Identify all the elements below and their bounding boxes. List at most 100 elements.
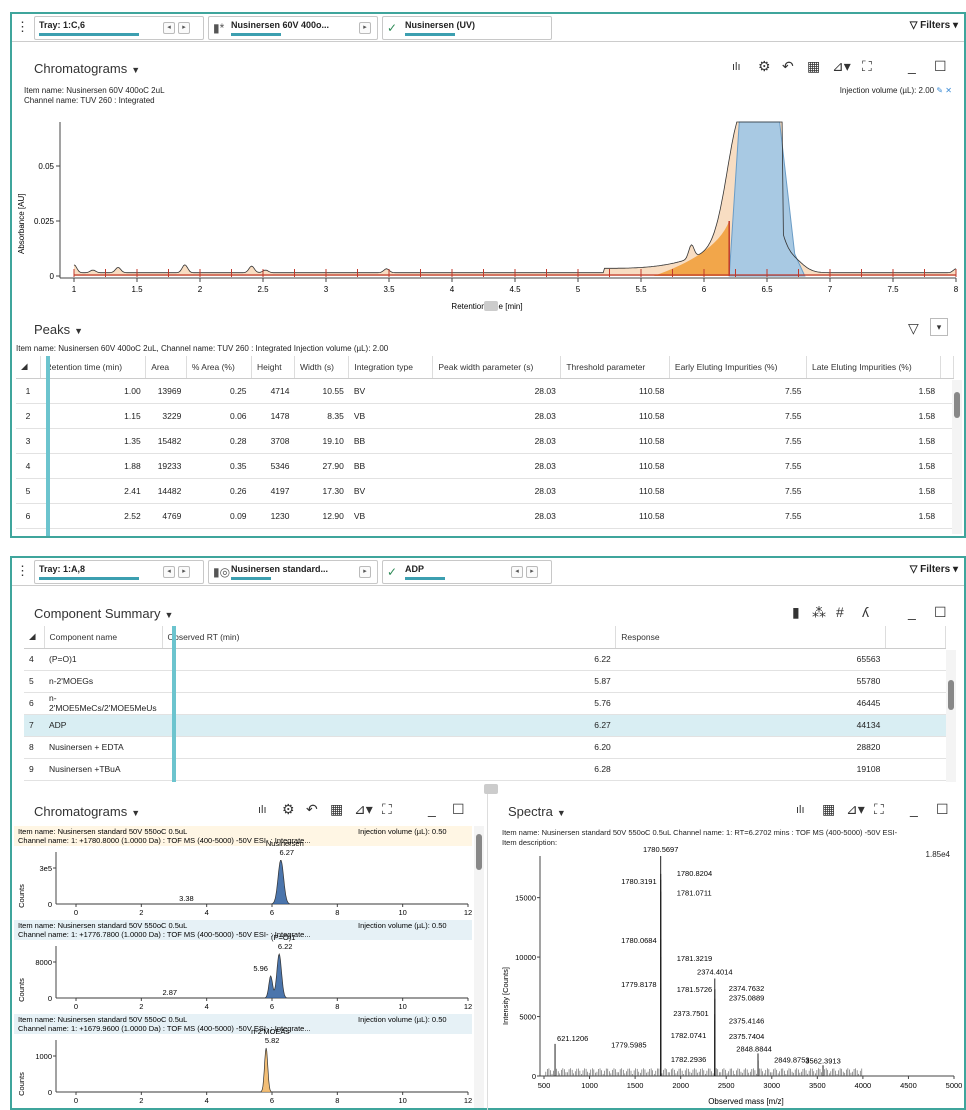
column-header[interactable]: Integration type xyxy=(348,356,434,379)
table-cell: 110.58 xyxy=(560,403,670,429)
table-icon[interactable]: ▦ xyxy=(330,801,343,818)
table-row[interactable]: 6 n-2'MOE5MeCs/2'MOE5MeUs 5.76 46445 xyxy=(24,692,946,715)
tray-selector[interactable]: Tray: 1:A,8 ◂ ▸ xyxy=(34,560,204,584)
maximize-icon[interactable]: ☐ xyxy=(934,58,947,75)
table-row[interactable]: 8 Nusinersen + EDTA 6.20 28820 xyxy=(24,736,946,759)
maximize-icon[interactable]: ☐ xyxy=(452,801,465,818)
next-icon[interactable]: ▸ xyxy=(178,566,190,578)
column-header[interactable]: Late Eluting Impurities (%) xyxy=(806,356,941,379)
column-header[interactable]: Component name xyxy=(44,626,163,649)
table-row[interactable]: 6 2.52 4769 0.09 1230 12.90 VB 28.03 110.58 7.55 1… xyxy=(16,503,954,529)
mass-spectrum[interactable]: Intensity [Counts] Observed mass [m/z] 0… xyxy=(496,846,964,1106)
maximize-icon[interactable]: ☐ xyxy=(936,801,949,818)
column-header[interactable]: Retention time (min) xyxy=(40,356,147,379)
table-row[interactable]: 4 (P=O)1 6.22 65563 xyxy=(24,648,946,671)
column-header[interactable]: Peak width parameter (s) xyxy=(432,356,562,379)
dropdown-icon[interactable]: ▾ xyxy=(930,318,948,336)
row-filler xyxy=(885,736,946,759)
prev-icon[interactable]: ◂ xyxy=(163,22,175,34)
column-header[interactable]: % Area (%) xyxy=(186,356,253,379)
table-icon[interactable]: ▦ xyxy=(807,58,820,75)
chromatograms-title[interactable]: Chromatograms ▼ xyxy=(34,804,140,819)
table-row[interactable]: 3 1.35 15482 0.28 3708 19.10 BB 28.03 110.58 7.55… xyxy=(16,428,954,454)
trace-line xyxy=(76,1047,468,1093)
column-header[interactable]: Observed RT (min) xyxy=(162,626,617,649)
splitter-handle[interactable] xyxy=(484,784,498,794)
spectra-title[interactable]: Spectra ▼ xyxy=(508,804,566,819)
select-all-icon[interactable]: ◢ xyxy=(24,626,45,649)
column-header[interactable]: Area xyxy=(145,356,187,379)
column-header[interactable]: Width (s) xyxy=(294,356,350,379)
component-summary-title[interactable]: Component Summary ▼ xyxy=(34,606,173,621)
expand-icon[interactable]: ⛶ xyxy=(874,801,884,818)
peaks-title[interactable]: Peaks ▼ xyxy=(34,322,83,337)
spectra-pane: Spectra ▼ ılı ▦ ⊿▾ ⛶ _ ☐ Item name: Nusin… xyxy=(496,794,964,1110)
filters-button[interactable]: ▽ Filters ▾ xyxy=(910,564,958,575)
bar-chart-icon[interactable]: ılı xyxy=(258,804,267,816)
minimize-icon[interactable]: _ xyxy=(908,604,916,620)
column-header[interactable]: Height xyxy=(251,356,295,379)
sample-selector[interactable]: ▮◎ Nusinersen standard... ▸ xyxy=(208,560,378,584)
table-cell: (P=O)1 xyxy=(44,648,162,671)
chromatograms-title[interactable]: Chromatograms ▼ xyxy=(34,61,140,76)
gear-icon[interactable]: ⚙ xyxy=(758,58,771,75)
next-icon[interactable]: ▸ xyxy=(359,566,371,578)
minimize-icon[interactable]: _ xyxy=(910,801,918,817)
gear-icon[interactable]: ⚙ xyxy=(282,801,295,818)
bar-chart-icon[interactable]: ılı xyxy=(732,61,741,73)
column-header[interactable]: Threshold parameter xyxy=(560,356,670,379)
hash-icon[interactable]: # xyxy=(836,604,844,620)
next-icon[interactable]: ▸ xyxy=(359,22,371,34)
table-row[interactable]: 2 1.15 3229 0.06 1478 8.35 VB 28.03 110.58 7.55 1.… xyxy=(16,403,954,429)
molecule-icon[interactable]: ⁂ xyxy=(812,604,826,621)
channel-selector[interactable]: ✓ Nusinersen (UV) xyxy=(382,16,552,40)
vial-icon[interactable]: ▮ xyxy=(792,604,800,621)
peaks-scrollbar[interactable] xyxy=(952,380,962,534)
table-cell: 6.28 xyxy=(162,758,616,781)
uv-chromatogram[interactable]: Absorbance [AU] Retention time [min] 00.… xyxy=(12,104,962,314)
y-axis-label: Counts xyxy=(17,978,26,1002)
table-cell: 7.55 xyxy=(669,378,807,404)
chart-options-icon[interactable]: ⊿▾ xyxy=(832,58,851,75)
column-header[interactable]: Early Eluting Impurities (%) xyxy=(669,356,807,379)
row-number: 4 xyxy=(24,648,44,671)
chart-options-icon[interactable]: ⊿▾ xyxy=(846,801,865,818)
filters-button[interactable]: ▽ Filters ▾ xyxy=(910,20,958,31)
chromatogram-scrollbar[interactable] xyxy=(474,826,484,1108)
tray-selector[interactable]: Tray: 1:C,6 ◂ ▸ xyxy=(34,16,204,40)
expand-icon[interactable]: ⛶ xyxy=(382,801,392,818)
maximize-icon[interactable]: ☐ xyxy=(934,604,947,621)
x-axis-label: Observed mass [m/z] xyxy=(708,1097,784,1106)
channel-selector[interactable]: ✓ ADP ◂ ▸ xyxy=(382,560,552,584)
xic-stack[interactable]: Item name: Nusinersen standard 50V 550oC… xyxy=(12,826,472,1108)
prev-icon[interactable]: ◂ xyxy=(163,566,175,578)
bar-chart-icon[interactable]: ılı xyxy=(796,804,805,816)
sample-selector[interactable]: ▮* Nusinersen 60V 400o... ▸ xyxy=(208,16,378,40)
table-icon[interactable]: ▦ xyxy=(822,801,835,818)
table-row[interactable]: 1 1.00 13969 0.25 4714 10.55 BV 28.03 110.58 7.55… xyxy=(16,378,954,404)
table-row[interactable]: 7 ADP 6.27 44134 xyxy=(24,714,946,737)
column-marker xyxy=(172,626,176,782)
tray-label: Tray: 1:A,8 xyxy=(39,564,86,574)
next-icon[interactable]: ▸ xyxy=(526,566,538,578)
table-row[interactable]: 4 1.88 19233 0.35 5346 27.90 BB 28.03 110.58 7.55… xyxy=(16,453,954,479)
table-row[interactable]: 9 Nusinersen +TBuA 6.28 19108 xyxy=(24,758,946,781)
component-scrollbar[interactable] xyxy=(946,650,956,782)
table-row[interactable]: 5 2.41 14482 0.26 4197 17.30 BV 28.03 110.58 7.55… xyxy=(16,478,954,504)
minimize-icon[interactable]: _ xyxy=(428,801,436,817)
undo-icon[interactable]: ↶ xyxy=(782,58,794,75)
x-tick-label: 2000 xyxy=(672,1081,689,1090)
minimize-icon[interactable]: _ xyxy=(908,58,916,74)
undo-icon[interactable]: ↶ xyxy=(306,801,318,818)
fit-icon[interactable]: ʎ xyxy=(862,604,869,620)
filter-icon[interactable]: ▽ xyxy=(908,320,919,337)
splitter-handle[interactable] xyxy=(484,301,498,311)
next-icon[interactable]: ▸ xyxy=(178,22,190,34)
table-row[interactable]: 5 n-2'MOEGs 5.87 55780 xyxy=(24,670,946,693)
chart-options-icon[interactable]: ⊿▾ xyxy=(354,801,373,818)
expand-icon[interactable]: ⛶ xyxy=(862,58,872,75)
select-all-icon[interactable]: ◢ xyxy=(16,356,41,379)
column-header[interactable]: Response xyxy=(615,626,886,649)
x-tick-label: 3000 xyxy=(763,1081,780,1090)
prev-icon[interactable]: ◂ xyxy=(511,566,523,578)
